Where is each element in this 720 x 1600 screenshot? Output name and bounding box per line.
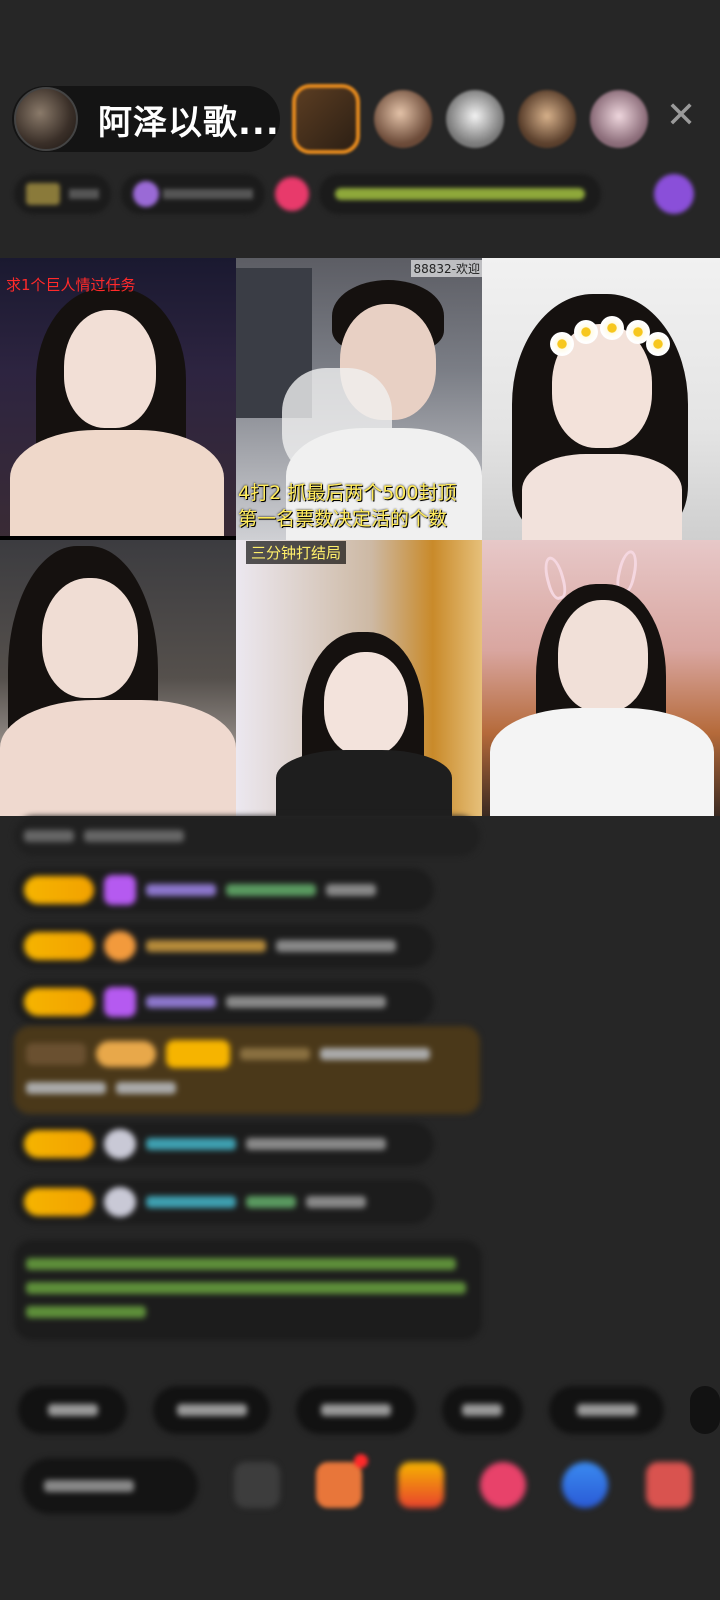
quick-reply-button[interactable] — [18, 1386, 128, 1434]
gift-icon[interactable] — [398, 1462, 444, 1508]
chat-message — [14, 816, 480, 856]
pk-icon[interactable] — [275, 177, 310, 211]
multi-guest-video-grid: 求1个巨人情过任务 88832-欢迎 4打2 抓最后两个500封顶 第一名票数决… — [0, 258, 720, 816]
heart-icon[interactable] — [480, 1462, 526, 1508]
close-icon[interactable]: ✕ — [666, 96, 696, 136]
video-tile-6[interactable] — [482, 540, 720, 816]
system-notice — [14, 1240, 482, 1340]
top-viewers-list — [292, 84, 648, 154]
caption-line-1: 4打2 抓最后两个500封顶 — [238, 482, 457, 504]
share-icon[interactable] — [562, 1462, 608, 1508]
level-icon — [104, 931, 136, 961]
hot-rank-tag[interactable] — [120, 174, 266, 214]
chat-message — [14, 924, 434, 968]
fan-badge — [24, 876, 94, 904]
viewer-avatar[interactable] — [374, 90, 432, 148]
host-info-pill[interactable]: 阿泽以歌... — [12, 86, 280, 152]
chat-highlight-message — [14, 1026, 480, 1114]
chat-message — [14, 868, 434, 912]
quick-reply-button[interactable] — [153, 1386, 271, 1434]
quick-reply-button[interactable] — [690, 1386, 720, 1434]
notification-dot — [354, 1454, 368, 1468]
chat-message — [14, 1180, 434, 1224]
tile-caption: 4打2 抓最后两个500封顶 第一名票数决定活的个数 — [238, 480, 456, 532]
quick-reply-button[interactable] — [296, 1386, 416, 1434]
fan-badge — [24, 1130, 94, 1158]
video-tile-5[interactable] — [236, 540, 482, 816]
video-tile-1[interactable]: 求1个巨人情过任务 — [0, 258, 236, 540]
caption-line-2: 第一名票数决定活的个数 — [238, 508, 448, 530]
host-avatar[interactable] — [14, 87, 78, 151]
level-icon — [104, 875, 136, 905]
gift-icon[interactable] — [654, 174, 694, 214]
level-icon — [104, 987, 136, 1017]
chat-input[interactable] — [22, 1458, 198, 1514]
more-icon[interactable] — [646, 1462, 692, 1508]
quick-reply-button[interactable] — [441, 1386, 524, 1434]
fan-club-tag[interactable] — [14, 174, 111, 214]
video-tile-4[interactable] — [0, 540, 236, 816]
video-tile-3[interactable] — [482, 258, 720, 540]
viewer-avatar[interactable] — [590, 90, 648, 148]
top-viewer-avatar[interactable] — [292, 84, 360, 154]
viewer-avatar[interactable] — [446, 90, 504, 148]
video-tile-2[interactable]: 88832-欢迎 4打2 抓最后两个500封顶 第一名票数决定活的个数 — [236, 258, 482, 540]
chat-message — [14, 980, 434, 1024]
quick-reply-button[interactable] — [549, 1386, 665, 1434]
info-tag-row — [14, 170, 694, 218]
activity-tag[interactable] — [319, 174, 602, 214]
level-icon — [104, 1187, 136, 1217]
fan-badge — [24, 1188, 94, 1216]
tile-overlay-text: 求1个巨人情过任务 — [6, 276, 136, 294]
gift-box-icon[interactable] — [316, 1454, 368, 1508]
fan-badge — [24, 932, 94, 960]
chat-message — [14, 1122, 434, 1166]
fan-badge — [24, 988, 94, 1016]
level-icon — [104, 1129, 136, 1159]
emoji-icon[interactable] — [234, 1462, 280, 1508]
quick-reply-row — [18, 1386, 720, 1434]
host-name: 阿泽以歌... — [98, 102, 280, 143]
viewer-avatar[interactable] — [518, 90, 576, 148]
tile-overlay-top-text: 88832-欢迎 — [411, 260, 482, 277]
tile-overlay-text: 三分钟打结局 — [246, 541, 347, 564]
